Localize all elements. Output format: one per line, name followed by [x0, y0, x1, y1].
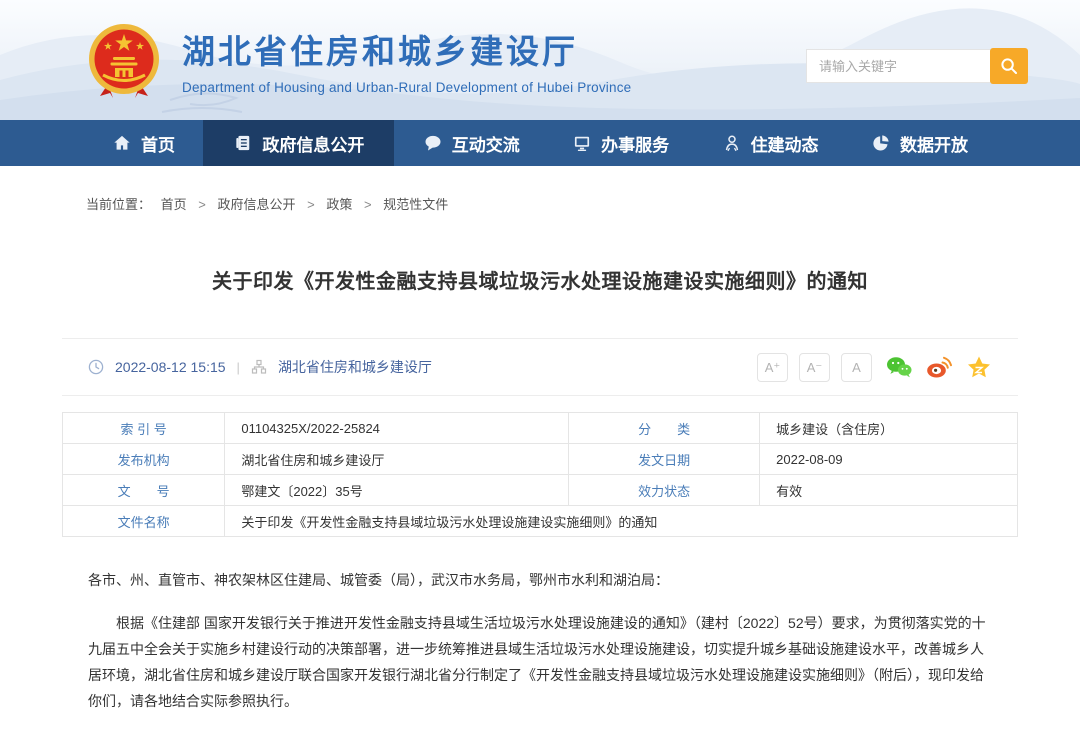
magnifier-icon [1000, 57, 1018, 75]
chat-icon [423, 133, 443, 153]
doc-agency-value: 湖北省住房和城乡建设厅 [225, 444, 569, 475]
nav-item-home[interactable]: 首页 [88, 120, 199, 166]
qzone-share-icon[interactable] [966, 355, 992, 379]
person-icon [722, 133, 742, 153]
breadcrumb-separator: > [307, 197, 315, 212]
site-title: 湖北省住房和城乡建设厅 [182, 25, 631, 73]
main-content: 当前位置： 首页 > 政府信息公开 > 政策 > 规范性文件 关于印发《开发性金… [62, 194, 1018, 714]
breadcrumb-separator: > [364, 197, 372, 212]
nav-item-news[interactable]: 住建动态 [698, 120, 843, 166]
breadcrumb-separator: > [198, 197, 206, 212]
site-logo-home-link[interactable]: 湖北省住房和城乡建设厅 Department of Housing and Ur… [86, 22, 631, 98]
breadcrumb-item-gov-info[interactable]: 政府信息公开 [218, 197, 296, 212]
doc-validity-label: 效力状态 [569, 475, 760, 506]
font-decrease-button[interactable]: A⁻ [799, 353, 830, 382]
main-nav: 首页 政府信息公开 互动交流 [0, 120, 1080, 166]
publish-time: 2022-08-12 15:15 [115, 359, 226, 375]
nav-item-services[interactable]: 办事服务 [548, 120, 693, 166]
nav-item-gov-info[interactable]: 政府信息公开 [203, 120, 394, 166]
sitemap-icon [251, 359, 267, 375]
table-row: 文件名称 关于印发《开发性金融支持县域垃圾污水处理设施建设实施细则》的通知 [63, 506, 1018, 537]
site-subtitle: Department of Housing and Urban-Rural De… [182, 80, 631, 95]
pie-chart-icon [871, 133, 891, 153]
breadcrumb-item-policy[interactable]: 政策 [326, 197, 352, 212]
search-input[interactable] [806, 49, 990, 83]
home-icon [112, 133, 132, 153]
breadcrumb-item-normative-docs[interactable]: 规范性文件 [383, 197, 448, 212]
nav-item-label: 数据开放 [900, 131, 968, 156]
nav-item-label: 首页 [141, 131, 175, 156]
document-icon [233, 133, 253, 153]
article-meta-left: 2022-08-12 15:15 | 湖北省住房和城乡建设厅 [88, 357, 432, 377]
table-row: 文 号 鄂建文〔2022〕35号 效力状态 有效 [63, 475, 1018, 506]
monitor-icon [572, 133, 592, 153]
table-row: 索 引 号 01104325X/2022-25824 分 类 城乡建设（含住房） [63, 413, 1018, 444]
doc-issue-date-label: 发文日期 [569, 444, 760, 475]
clock-icon [88, 359, 104, 375]
breadcrumb-item-home[interactable]: 首页 [161, 197, 187, 212]
search-button[interactable] [990, 48, 1028, 84]
doc-category-label: 分 类 [569, 413, 760, 444]
national-emblem-logo [86, 22, 162, 98]
doc-file-name-label: 文件名称 [63, 506, 225, 537]
article-meta-bar: 2022-08-12 15:15 | 湖北省住房和城乡建设厅 A⁺ A⁻ A [62, 338, 1018, 396]
nav-item-open-data[interactable]: 数据开放 [847, 120, 992, 166]
doc-issue-date-value: 2022-08-09 [760, 444, 1018, 475]
salutation-paragraph: 各市、州、直管市、神农架林区住建局、城管委（局），武汉市水务局，鄂州市水利和湖泊… [88, 567, 992, 593]
doc-number-value: 鄂建文〔2022〕35号 [225, 475, 569, 506]
nav-item-label: 住建动态 [751, 131, 819, 156]
body-paragraph: 根据《住建部 国家开发银行关于推进开发性金融支持县域生活垃圾污水处理设施建设的通… [88, 610, 992, 714]
nav-item-label: 互动交流 [452, 131, 520, 156]
font-reset-button[interactable]: A [841, 353, 872, 382]
doc-index-value: 01104325X/2022-25824 [225, 413, 569, 444]
doc-file-name-value: 关于印发《开发性金融支持县域垃圾污水处理设施建设实施细则》的通知 [225, 506, 1018, 537]
nav-item-interaction[interactable]: 互动交流 [399, 120, 544, 166]
meta-divider: | [237, 360, 240, 375]
doc-validity-value: 有效 [760, 475, 1018, 506]
doc-number-label: 文 号 [63, 475, 225, 506]
site-header: 湖北省住房和城乡建设厅 Department of Housing and Ur… [0, 0, 1080, 120]
breadcrumb-label: 当前位置： [86, 197, 151, 212]
font-increase-button[interactable]: A⁺ [757, 353, 788, 382]
article-body: 各市、州、直管市、神农架林区住建局、城管委（局），武汉市水务局，鄂州市水利和湖泊… [88, 567, 992, 714]
nav-item-label: 政府信息公开 [262, 131, 364, 156]
doc-info-table: 索 引 号 01104325X/2022-25824 分 类 城乡建设（含住房）… [62, 412, 1018, 537]
search-box [806, 48, 1028, 84]
weibo-share-icon[interactable] [926, 355, 952, 379]
doc-index-label: 索 引 号 [63, 413, 225, 444]
doc-agency-label: 发布机构 [63, 444, 225, 475]
doc-category-value: 城乡建设（含住房） [760, 413, 1018, 444]
page-title: 关于印发《开发性金融支持县域垃圾污水处理设施建设实施细则》的通知 [62, 265, 1018, 294]
wechat-share-icon[interactable] [886, 355, 912, 379]
article-meta-right: A⁺ A⁻ A [757, 353, 992, 382]
nav-item-label: 办事服务 [601, 131, 669, 156]
table-row: 发布机构 湖北省住房和城乡建设厅 发文日期 2022-08-09 [63, 444, 1018, 475]
article-source: 湖北省住房和城乡建设厅 [278, 357, 432, 377]
breadcrumb: 当前位置： 首页 > 政府信息公开 > 政策 > 规范性文件 [62, 194, 1018, 213]
brand-text: 湖北省住房和城乡建设厅 Department of Housing and Ur… [182, 25, 631, 95]
